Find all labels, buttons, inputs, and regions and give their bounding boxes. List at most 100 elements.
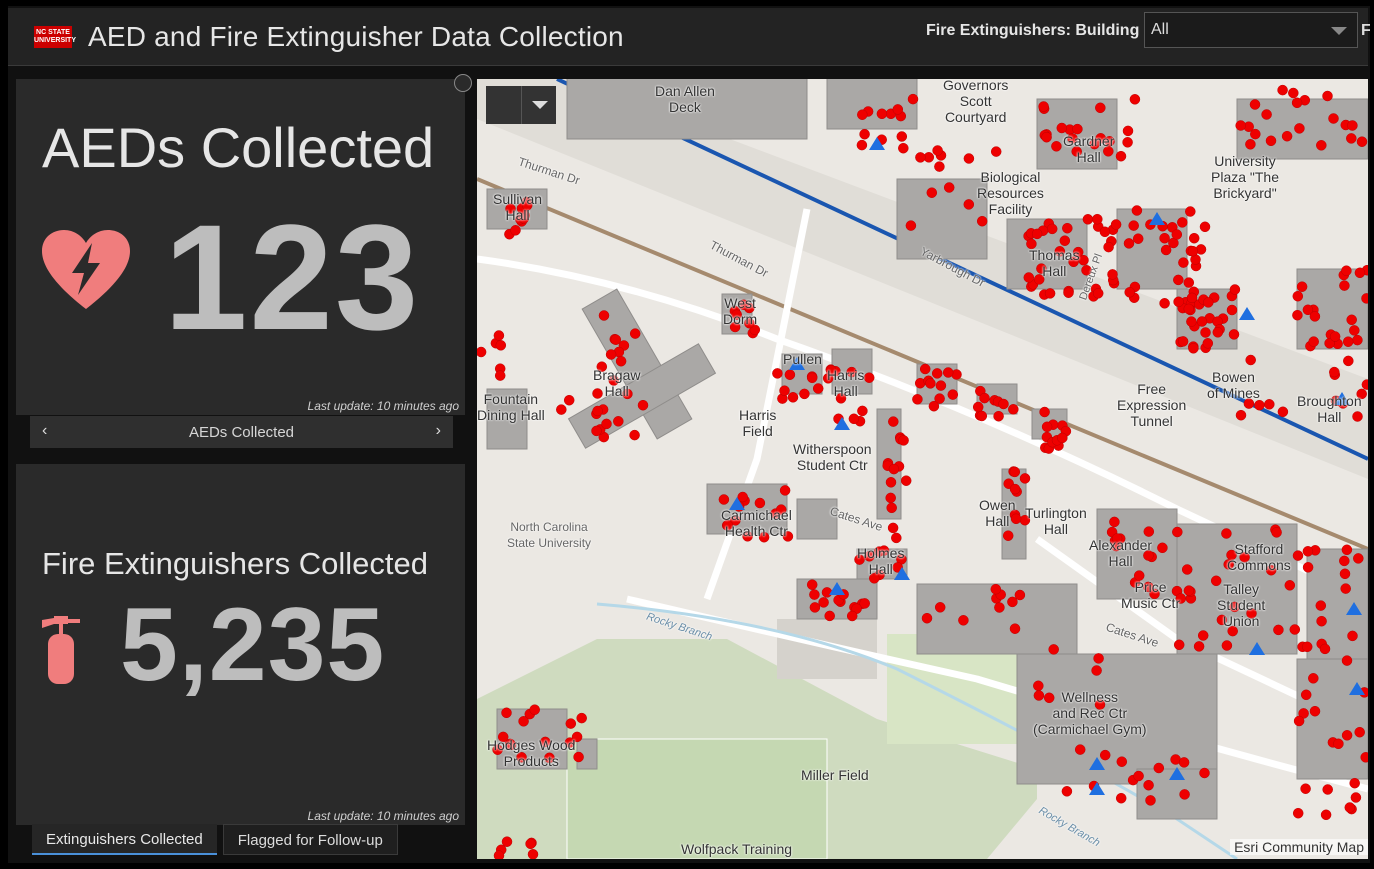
- extinguisher-point[interactable]: [1091, 665, 1102, 676]
- extinguisher-point[interactable]: [779, 385, 790, 396]
- extinguisher-point[interactable]: [1292, 550, 1304, 561]
- extinguisher-point[interactable]: [1271, 527, 1282, 538]
- extinguisher-point[interactable]: [892, 104, 904, 115]
- extinguisher-point[interactable]: [718, 494, 730, 505]
- extinguisher-point[interactable]: [1109, 516, 1120, 528]
- extinguisher-point[interactable]: [1092, 213, 1103, 225]
- extinguisher-point[interactable]: [919, 363, 931, 375]
- extinguisher-point[interactable]: [1319, 643, 1331, 655]
- extinguisher-point[interactable]: [637, 399, 649, 411]
- extinguisher-point[interactable]: [998, 398, 1009, 410]
- extinguisher-point[interactable]: [1122, 125, 1134, 137]
- extinguisher-point[interactable]: [1187, 245, 1199, 257]
- extinguisher-point[interactable]: [1309, 311, 1321, 322]
- extinguisher-point[interactable]: [1340, 583, 1351, 594]
- extinguisher-point[interactable]: [1328, 113, 1339, 124]
- extinguisher-point[interactable]: [1103, 241, 1114, 253]
- extinguisher-point[interactable]: [1339, 280, 1350, 291]
- select-lasso-icon[interactable]: [486, 86, 522, 124]
- extinguisher-point[interactable]: [529, 704, 540, 715]
- extinguisher-point[interactable]: [1177, 336, 1189, 347]
- extinguisher-point[interactable]: [856, 139, 868, 151]
- extinguisher-point[interactable]: [1294, 123, 1305, 134]
- extinguisher-point[interactable]: [1183, 585, 1195, 596]
- extinguisher-point[interactable]: [915, 152, 926, 163]
- extinguisher-point[interactable]: [934, 602, 946, 613]
- extinguisher-point[interactable]: [1316, 140, 1327, 151]
- extinguisher-point[interactable]: [1173, 639, 1185, 651]
- extinguisher-point[interactable]: [943, 182, 955, 193]
- extinguisher-point[interactable]: [787, 392, 799, 403]
- extinguisher-point[interactable]: [615, 355, 627, 367]
- extinguisher-point[interactable]: [1291, 97, 1303, 109]
- extinguisher-point[interactable]: [1116, 756, 1128, 767]
- extinguisher-point[interactable]: [1228, 329, 1240, 340]
- extinguisher-point[interactable]: [1115, 792, 1127, 804]
- extinguisher-point[interactable]: [1009, 623, 1021, 634]
- extinguisher-point[interactable]: [629, 328, 641, 339]
- extinguisher-point[interactable]: [1128, 220, 1139, 231]
- extinguisher-point[interactable]: [1002, 530, 1014, 541]
- extinguisher-point[interactable]: [942, 367, 954, 378]
- extinguisher-point[interactable]: [1200, 327, 1211, 338]
- extinguisher-point[interactable]: [772, 368, 783, 379]
- extinguisher-point[interactable]: [990, 583, 1002, 595]
- extinguisher-point[interactable]: [1212, 327, 1224, 338]
- extinguisher-point[interactable]: [1122, 137, 1133, 148]
- extinguisher-point[interactable]: [896, 131, 908, 142]
- extinguisher-point[interactable]: [1132, 233, 1144, 244]
- extinguisher-point[interactable]: [1009, 466, 1021, 478]
- extinguisher-point[interactable]: [501, 836, 513, 847]
- extinguisher-point[interactable]: [1179, 789, 1190, 800]
- extinguisher-point[interactable]: [972, 401, 984, 413]
- extinguisher-point[interactable]: [1048, 644, 1059, 655]
- extinguisher-point[interactable]: [990, 146, 1002, 157]
- extinguisher-point[interactable]: [1160, 244, 1172, 256]
- extinguisher-point[interactable]: [1009, 483, 1021, 495]
- tab-extinguishers-collected[interactable]: Extinguishers Collected: [32, 824, 217, 855]
- extinguisher-point[interactable]: [809, 602, 821, 613]
- extinguisher-point[interactable]: [1221, 640, 1233, 651]
- extinguisher-point[interactable]: [1143, 779, 1154, 791]
- extinguisher-point[interactable]: [928, 400, 940, 412]
- extinguisher-point[interactable]: [1292, 309, 1303, 321]
- extinguisher-point[interactable]: [1281, 130, 1293, 142]
- extinguisher-point[interactable]: [1315, 600, 1327, 611]
- extinguisher-point[interactable]: [1308, 673, 1319, 684]
- extinguisher-point[interactable]: [934, 161, 945, 172]
- extinguisher-point[interactable]: [494, 370, 506, 381]
- extinguisher-point[interactable]: [1188, 232, 1200, 244]
- extinguisher-point[interactable]: [912, 394, 923, 405]
- campus-map[interactable]: Dan Allen Deck Governors Scott Courtyard Ga…: [477, 79, 1368, 859]
- extinguisher-point[interactable]: [1188, 343, 1199, 354]
- extinguisher-point[interactable]: [601, 418, 612, 430]
- extinguisher-point[interactable]: [976, 410, 988, 422]
- extinguisher-point[interactable]: [1093, 653, 1104, 664]
- extinguisher-point[interactable]: [784, 369, 796, 380]
- extinguisher-point[interactable]: [1302, 546, 1314, 557]
- extinguisher-point[interactable]: [963, 199, 975, 210]
- extinguisher-point[interactable]: [926, 187, 938, 198]
- extinguisher-point[interactable]: [629, 429, 640, 441]
- extinguisher-point[interactable]: [565, 718, 577, 729]
- extinguisher-point[interactable]: [1099, 226, 1111, 238]
- extinguisher-point[interactable]: [576, 712, 587, 724]
- map-select-tool[interactable]: [486, 86, 556, 124]
- extinguisher-point[interactable]: [1183, 277, 1195, 288]
- extinguisher-point[interactable]: [1185, 206, 1196, 217]
- extinguisher-point[interactable]: [1288, 87, 1299, 99]
- extinguisher-point[interactable]: [598, 310, 610, 321]
- extinguisher-point[interactable]: [1289, 624, 1301, 635]
- extinguisher-point[interactable]: [1322, 784, 1333, 795]
- extinguisher-point[interactable]: [1157, 542, 1168, 554]
- extinguisher-point[interactable]: [1095, 102, 1106, 114]
- extinguisher-point[interactable]: [1277, 84, 1288, 96]
- extinguisher-point[interactable]: [1343, 355, 1354, 367]
- extinguisher-point[interactable]: [1181, 564, 1193, 575]
- extinguisher-point[interactable]: [1110, 219, 1122, 230]
- extinguisher-point[interactable]: [876, 108, 888, 120]
- extinguisher-point[interactable]: [1356, 136, 1368, 147]
- extinguisher-point[interactable]: [1177, 217, 1188, 228]
- extinguisher-point[interactable]: [591, 425, 602, 437]
- extinguisher-point[interactable]: [1292, 290, 1304, 302]
